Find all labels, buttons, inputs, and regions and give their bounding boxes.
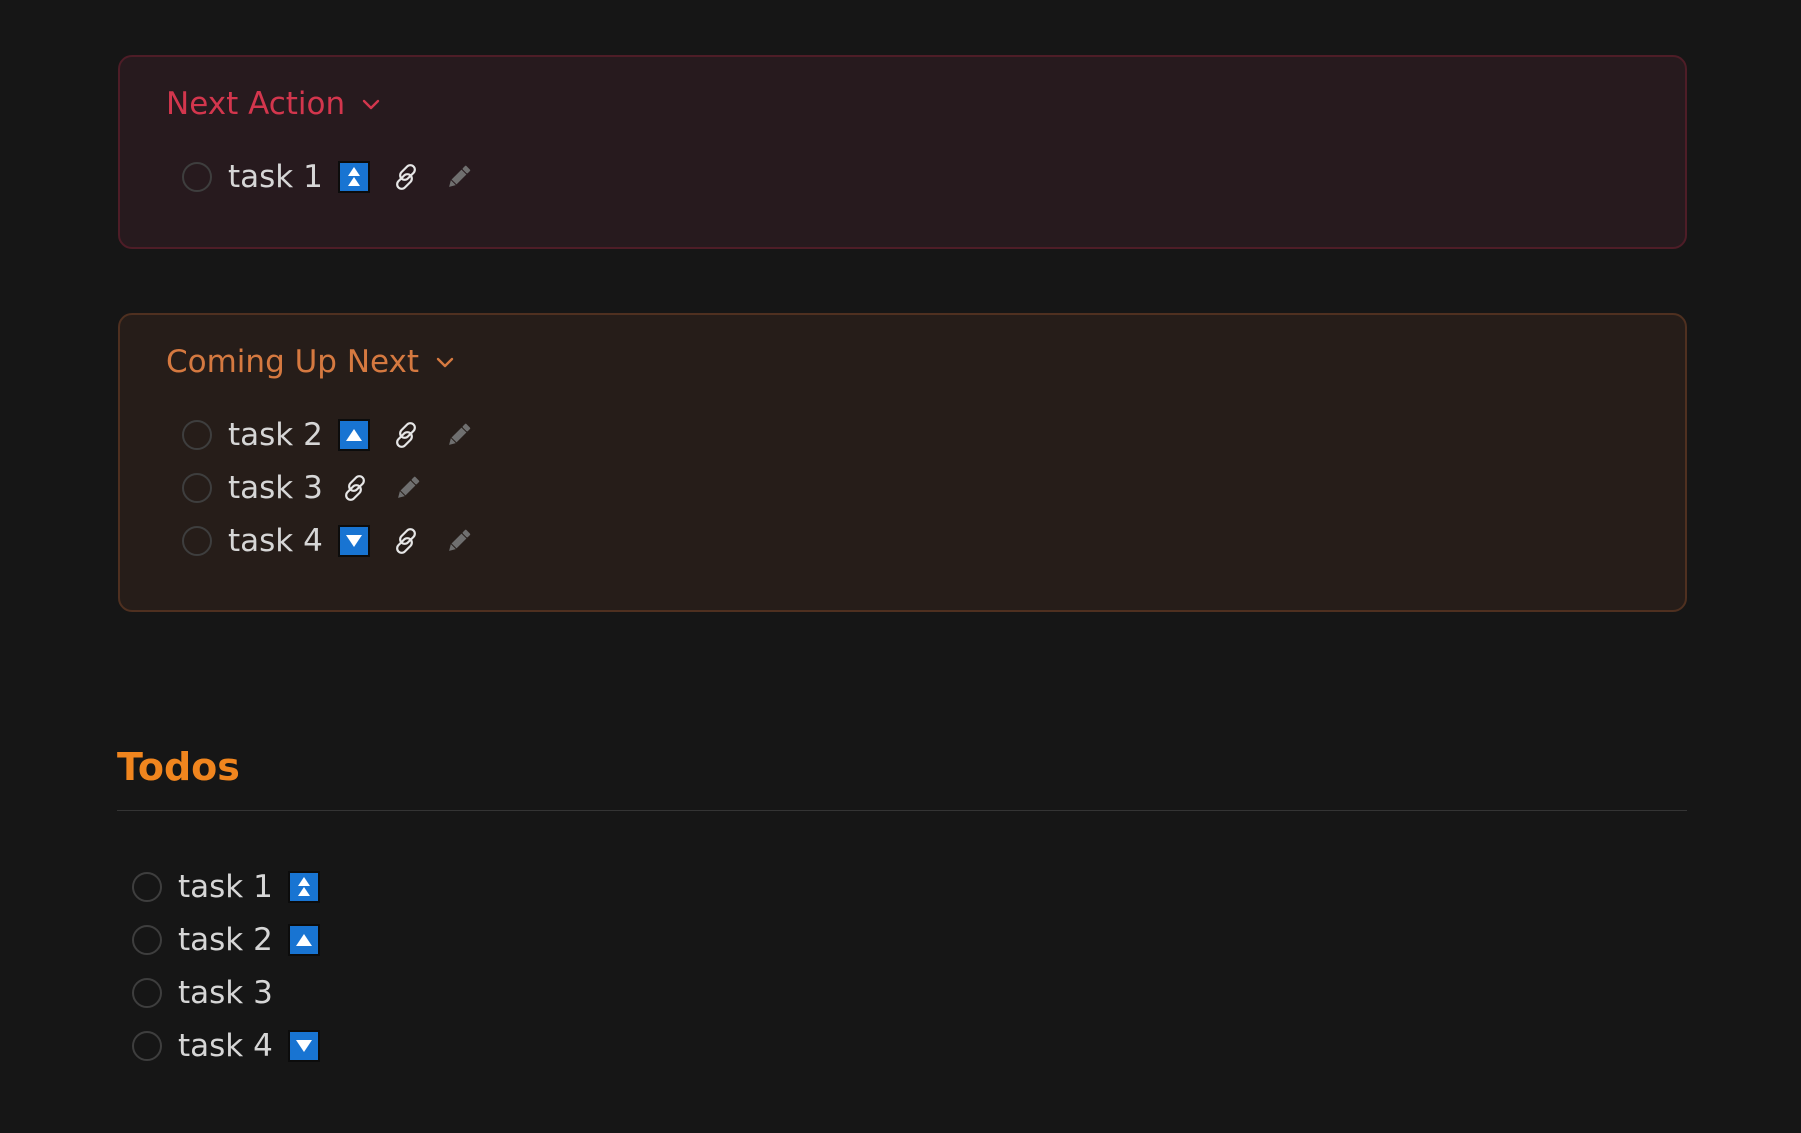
task-label: task 2 [228, 416, 323, 453]
coming-up-next-callout: Coming Up Next task 2 task 3 task 4 [118, 313, 1687, 612]
next-action-task-list: task 1 [182, 150, 495, 203]
todos-task-list: task 1 task 2 task 3 task 4 [132, 860, 339, 1072]
coming-up-next-title-toggle[interactable]: Coming Up Next [166, 342, 457, 382]
task-checkbox[interactable] [132, 924, 162, 955]
pencil-icon[interactable] [442, 524, 476, 558]
task-checkbox[interactable] [132, 977, 162, 1008]
task-label: task 4 [178, 1027, 273, 1064]
task-item: task 1 [132, 860, 339, 913]
pencil-icon[interactable] [391, 471, 425, 505]
chevron-down-icon[interactable] [433, 350, 457, 374]
callout-title-text: Coming Up Next [166, 344, 420, 380]
task-item: task 3 [182, 461, 495, 514]
callout-title-text: Next Action [166, 86, 346, 122]
task-label: task 1 [228, 158, 323, 195]
task-checkbox[interactable] [182, 161, 212, 192]
task-item: task 2 [182, 408, 495, 461]
task-item: task 1 [182, 150, 495, 203]
up-triangle-icon [337, 418, 370, 451]
task-label: task 3 [228, 469, 323, 506]
task-checkbox[interactable] [132, 1030, 162, 1061]
task-checkbox[interactable] [182, 525, 212, 556]
task-checkbox[interactable] [182, 419, 212, 450]
task-label: task 2 [178, 921, 273, 958]
link-icon[interactable] [389, 160, 423, 194]
task-label: task 4 [228, 522, 323, 559]
pencil-icon[interactable] [442, 160, 476, 194]
task-checkbox[interactable] [132, 871, 162, 902]
chevron-down-icon[interactable] [359, 92, 383, 116]
link-icon[interactable] [389, 418, 423, 452]
coming-up-next-task-list: task 2 task 3 task 4 [182, 408, 495, 567]
down-triangle-icon [337, 524, 370, 557]
page: Next Action task 1 Coming Up Next task 2… [0, 0, 1801, 1133]
task-checkbox[interactable] [182, 472, 212, 503]
task-item: task 4 [182, 514, 495, 567]
next-action-callout: Next Action task 1 [118, 55, 1687, 249]
link-icon[interactable] [389, 524, 423, 558]
heading-divider [117, 810, 1687, 811]
next-action-title-toggle[interactable]: Next Action [166, 84, 383, 124]
double-up-arrow-icon [337, 160, 370, 193]
task-item: task 3 [132, 966, 339, 1019]
link-icon[interactable] [338, 471, 372, 505]
down-triangle-icon [287, 1029, 320, 1062]
pencil-icon[interactable] [442, 418, 476, 452]
task-label: task 1 [178, 868, 273, 905]
task-item: task 4 [132, 1019, 339, 1072]
up-triangle-icon [287, 923, 320, 956]
todos-heading: Todos [117, 745, 240, 789]
double-up-arrow-icon [287, 870, 320, 903]
task-item: task 2 [132, 913, 339, 966]
task-label: task 3 [178, 974, 273, 1011]
